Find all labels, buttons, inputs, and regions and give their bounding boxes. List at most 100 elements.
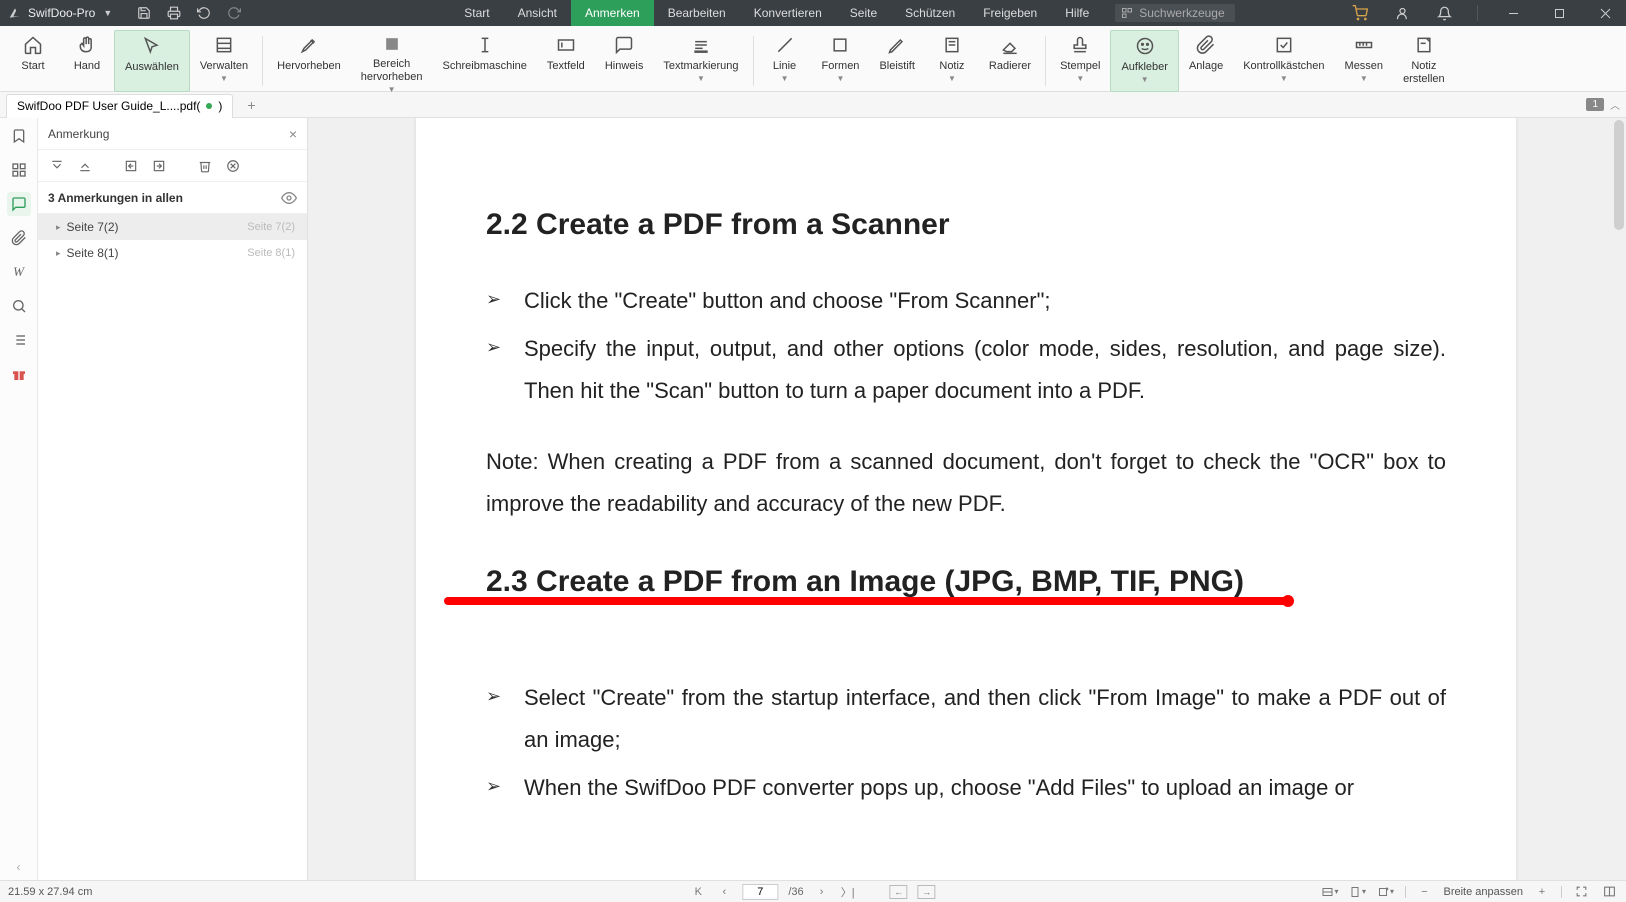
menu-item-schützen[interactable]: Schützen (891, 0, 969, 26)
attachments-icon[interactable] (7, 226, 31, 250)
save-icon[interactable] (136, 5, 152, 21)
layers-icon[interactable] (7, 328, 31, 352)
scrollbar-thumb[interactable] (1614, 120, 1624, 230)
menu-item-konvertieren[interactable]: Konvertieren (740, 0, 836, 26)
redo-icon[interactable] (226, 5, 242, 21)
vertical-scrollbar[interactable] (1612, 118, 1626, 880)
panel-title: Anmerkung (48, 127, 109, 141)
single-page-icon[interactable]: ▾ (1349, 884, 1367, 900)
menu-item-start[interactable]: Start (450, 0, 503, 26)
new-tab-button[interactable]: + (241, 95, 261, 115)
menu-item-anmerken[interactable]: Anmerken (571, 0, 654, 26)
last-page-button[interactable]: 〉| (840, 884, 856, 900)
ribbon-label: Auswählen (125, 61, 179, 74)
ribbon-linie[interactable]: Linie▼ (758, 30, 812, 92)
document-scroll[interactable]: 2.2 Create a PDF from a Scanner Click th… (308, 118, 1612, 880)
rotate-view-icon[interactable]: ▾ (1377, 884, 1395, 900)
prev-view-button[interactable]: ← (890, 885, 908, 899)
ribbon-hinweis[interactable]: Hinweis (595, 30, 654, 92)
ribbon-verwalten[interactable]: Verwalten▼ (190, 30, 258, 92)
status-bar: 21.59 x 27.94 cm K ‹ /36 › 〉| ← → ▾ ▾ ▾ … (0, 880, 1626, 902)
red-underline-annotation[interactable] (444, 597, 1290, 605)
search-icon[interactable] (7, 294, 31, 318)
thumbnails-icon[interactable] (7, 158, 31, 182)
chevron-right-icon: ▸ (56, 222, 61, 233)
ribbon-kontrollkästchen[interactable]: Kontrollkästchen▼ (1233, 30, 1334, 92)
ribbon-formen[interactable]: Formen▼ (812, 30, 870, 92)
visibility-toggle-icon[interactable] (281, 190, 297, 206)
maximize-button[interactable] (1544, 0, 1574, 26)
dropdown-arrow-icon: ▼ (697, 74, 705, 84)
ribbon-label: Bereichhervorheben (361, 58, 423, 84)
read-mode-icon[interactable] (1600, 884, 1618, 900)
delete-all-icon[interactable] (224, 157, 242, 175)
collapse-all-icon[interactable] (76, 157, 94, 175)
ribbon-bereich-hervorheben[interactable]: Bereichhervorheben▼ (351, 30, 433, 92)
bell-icon[interactable] (1431, 0, 1457, 26)
document-tab[interactable]: SwifDoo PDF User Guide_L....pdf( ) (6, 94, 233, 118)
ribbon-radierer[interactable]: Radierer (979, 30, 1041, 92)
page-number-input[interactable] (742, 884, 778, 900)
delete-icon[interactable] (196, 157, 214, 175)
undo-icon[interactable] (196, 5, 212, 21)
ribbon-notiz[interactable]: Notiz▼ (925, 30, 979, 92)
annotations-icon[interactable] (7, 192, 31, 216)
zoom-out-button[interactable]: − (1416, 884, 1434, 900)
ribbon-messen[interactable]: Messen▼ (1335, 30, 1394, 92)
first-page-button[interactable]: K (690, 884, 706, 900)
ribbon-bleistift[interactable]: Bleistift (869, 30, 924, 92)
dropdown-arrow-icon: ▼ (1280, 74, 1288, 84)
menu-item-ansicht[interactable]: Ansicht (504, 0, 571, 26)
highlight-fields-icon[interactable]: ▾ (1321, 884, 1339, 900)
ribbon-stempel[interactable]: Stempel▼ (1050, 30, 1110, 92)
import-icon[interactable] (122, 157, 140, 175)
gift-icon[interactable] (7, 362, 31, 386)
section-22-heading: 2.2 Create a PDF from a Scanner (486, 208, 1446, 242)
ribbon-textmarkierung[interactable]: Textmarkierung▼ (653, 30, 748, 92)
annotation-page-item[interactable]: ▸Seite 8(1)Seite 8(1) (38, 240, 307, 266)
menu-item-hilfe[interactable]: Hilfe (1051, 0, 1103, 26)
fullscreen-icon[interactable] (1572, 884, 1590, 900)
print-icon[interactable] (166, 5, 182, 21)
export-icon[interactable] (150, 157, 168, 175)
ribbon-auswählen[interactable]: Auswählen (114, 30, 190, 92)
textfeld-icon (555, 34, 577, 56)
annotation-page-item[interactable]: ▸Seite 7(2)Seite 7(2) (38, 214, 307, 240)
list-item: When the SwifDoo PDF converter pops up, … (486, 767, 1446, 809)
next-page-button[interactable]: › (814, 884, 830, 900)
search-placeholder: Suchwerkzeuge (1139, 6, 1224, 20)
brand-dropdown-icon[interactable]: ▼ (103, 8, 112, 18)
ribbon-textfeld[interactable]: Textfeld (537, 30, 595, 92)
close-button[interactable] (1590, 0, 1620, 26)
ribbon-schreibmaschine[interactable]: Schreibmaschine (433, 30, 537, 92)
menu-item-freigeben[interactable]: Freigeben (969, 0, 1051, 26)
tab-label: SwifDoo PDF User Guide_L....pdf( (17, 99, 200, 113)
ribbon-start[interactable]: Start (6, 30, 60, 92)
collapse-ribbon-icon[interactable]: ︿ (1610, 97, 1620, 112)
dropdown-arrow-icon: ▼ (781, 74, 789, 84)
page-dimensions: 21.59 x 27.94 cm (8, 886, 92, 898)
ribbon-hand[interactable]: Hand (60, 30, 114, 92)
expand-all-icon[interactable] (48, 157, 66, 175)
section-23-heading: 2.3 Create a PDF from an Image (JPG, BMP… (486, 565, 1244, 599)
ribbon-anlage[interactable]: Anlage (1179, 30, 1233, 92)
hand-icon (76, 34, 98, 56)
ribbon-notiz-erstellen[interactable]: Notizerstellen (1393, 30, 1455, 92)
minimize-button[interactable] (1498, 0, 1528, 26)
ribbon-hervorheben[interactable]: Hervorheben (267, 30, 351, 92)
search-tools[interactable]: Suchwerkzeuge (1115, 4, 1234, 22)
menu-item-seite[interactable]: Seite (836, 0, 891, 26)
prev-page-button[interactable]: ‹ (716, 884, 732, 900)
zoom-in-button[interactable]: + (1533, 884, 1551, 900)
ribbon-aufkleber[interactable]: Aufkleber▼ (1110, 30, 1178, 92)
list-item: Select "Create" from the startup interfa… (486, 677, 1446, 761)
menu-item-bearbeiten[interactable]: Bearbeiten (654, 0, 740, 26)
cart-icon[interactable] (1347, 0, 1373, 26)
collapse-rail-icon[interactable]: ‹ (17, 860, 21, 874)
word-icon[interactable]: W (7, 260, 31, 284)
zoom-fit-label[interactable]: Breite anpassen (1444, 886, 1524, 898)
next-view-button[interactable]: → (918, 885, 936, 899)
panel-close-icon[interactable]: × (289, 126, 297, 142)
bookmark-icon[interactable] (7, 124, 31, 148)
user-icon[interactable] (1389, 0, 1415, 26)
